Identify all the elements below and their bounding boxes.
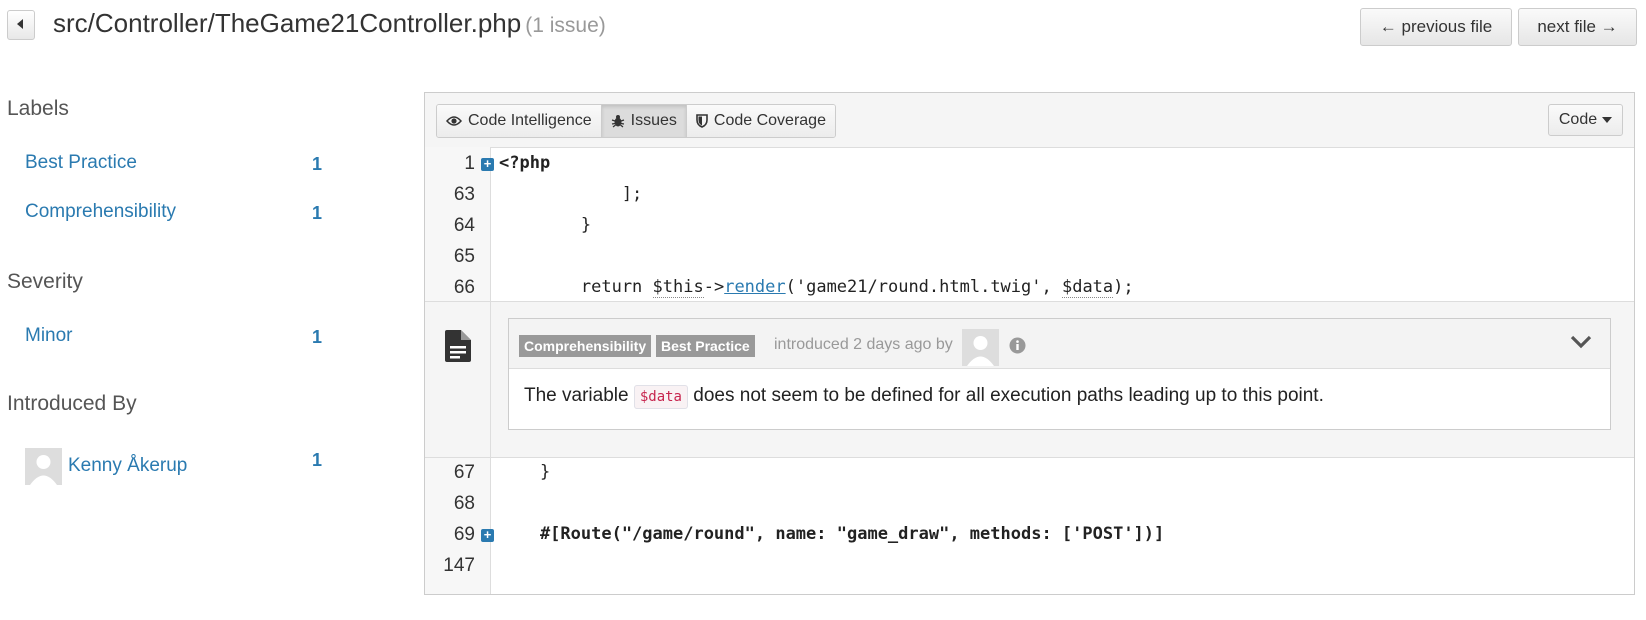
render-method-link[interactable]: render (724, 277, 785, 297)
author-link[interactable]: Kenny Åkerup (68, 455, 187, 477)
expand-icon[interactable]: + (481, 157, 494, 171)
code-text: <?php (499, 153, 551, 173)
tab-code-coverage[interactable]: Code Coverage (686, 105, 835, 137)
label-link-best-practice[interactable]: Best Practice (25, 152, 137, 174)
document-icon (445, 330, 471, 367)
labels-heading: Labels (7, 97, 69, 120)
message-text: does not seem to be defined for all exec… (688, 385, 1324, 406)
severity-count: 1 (312, 327, 323, 347)
line-number: 69 (453, 524, 475, 545)
line-number: 147 (443, 555, 475, 576)
code-line: 67 } (425, 457, 1634, 488)
code-panel: Code Intelligence Issues Code Coverage C… (424, 92, 1635, 595)
code-line: 69 + #[Route("/game/round", name: "game_… (425, 519, 1634, 550)
label-badge[interactable]: Comprehensibility (519, 335, 652, 357)
label-count: 1 (312, 203, 323, 223)
tab-issues[interactable]: Issues (601, 105, 687, 137)
line-number: 66 (453, 277, 475, 298)
line-number: 67 (453, 462, 475, 483)
code-text: ]; (499, 184, 643, 204)
caret-down-icon (1602, 117, 1613, 123)
introduced-text: introduced 2 days ago by (774, 336, 953, 353)
tab-label: Code Intelligence (468, 112, 592, 129)
tab-label: Issues (630, 112, 677, 129)
issue-message: The variable $data does not seem to be d… (524, 385, 1324, 409)
chevron-down-icon[interactable] (1570, 335, 1592, 354)
file-header: src/Controller/TheGame21Controller.php (1… (0, 0, 1646, 56)
introduced-by-heading: Introduced By (7, 392, 137, 415)
avatar[interactable] (962, 329, 999, 366)
issue-header: Comprehensibility Best Practice introduc… (509, 319, 1610, 369)
line-number: 1 (464, 153, 475, 174)
next-file-button[interactable]: next file → (1518, 8, 1637, 46)
inline-code: $data (633, 385, 688, 409)
issue-count: (1 issue) (525, 14, 606, 37)
code-line: 65 (425, 241, 1634, 272)
file-path: src/Controller/TheGame21Controller.php (53, 8, 522, 38)
severity-link-minor[interactable]: Minor (25, 325, 73, 347)
data-variable-token[interactable]: $data (1061, 277, 1114, 298)
issue-comment-area: Comprehensibility Best Practice introduc… (425, 301, 1634, 458)
view-tabs: Code Intelligence Issues Code Coverage (436, 104, 836, 138)
code-toolbar: Code Intelligence Issues Code Coverage C… (425, 93, 1634, 148)
back-button[interactable] (7, 10, 35, 40)
code-line: 63 ]; (425, 179, 1634, 210)
code-segment: -> (703, 277, 725, 297)
code-text: return $this->render('game21/round.html.… (499, 277, 1134, 298)
code-line: 64 } (425, 210, 1634, 241)
caret-left-icon (17, 18, 25, 32)
this-token[interactable]: $this (652, 277, 704, 298)
tab-code-intelligence[interactable]: Code Intelligence (437, 105, 602, 137)
severity-heading: Severity (7, 270, 83, 293)
tab-label: Code Coverage (713, 112, 826, 129)
code-segment: ); (1113, 277, 1134, 297)
shield-icon (696, 114, 708, 128)
code-dropdown[interactable]: Code (1548, 104, 1623, 136)
file-title: src/Controller/TheGame21Controller.php (1… (53, 8, 606, 39)
code-segment: ('game21/round.html.twig', (785, 277, 1062, 297)
avatar (25, 448, 62, 485)
author-count: 1 (312, 450, 323, 470)
code-line: 68 (425, 488, 1634, 519)
code-line: 66 return $this->render('game21/round.ht… (425, 272, 1634, 303)
bug-icon (611, 114, 625, 128)
eye-icon (446, 115, 462, 127)
line-number: 65 (453, 246, 475, 267)
code-line: 1 + <?php (425, 148, 1634, 179)
code-text: #[Route("/game/round", name: "game_draw"… (499, 524, 1165, 544)
label-link-comprehensibility[interactable]: Comprehensibility (25, 201, 176, 223)
info-icon[interactable] (1009, 337, 1026, 359)
code-text: } (499, 215, 592, 235)
expand-icon[interactable]: + (481, 528, 494, 542)
code-text: } (499, 462, 551, 482)
code-dropdown-label: Code (1558, 111, 1598, 128)
line-number: 68 (453, 493, 475, 514)
issue-card: Comprehensibility Best Practice introduc… (508, 318, 1611, 430)
label-count: 1 (312, 154, 323, 174)
message-text: The variable (524, 385, 634, 406)
label-badge[interactable]: Best Practice (656, 335, 755, 357)
code-line: 147 (425, 550, 1634, 581)
previous-file-button[interactable]: ← previous file (1360, 8, 1512, 46)
line-number: 63 (453, 184, 475, 205)
line-number: 64 (453, 215, 475, 236)
code-segment: return (499, 277, 653, 297)
comment-gutter (425, 302, 491, 457)
